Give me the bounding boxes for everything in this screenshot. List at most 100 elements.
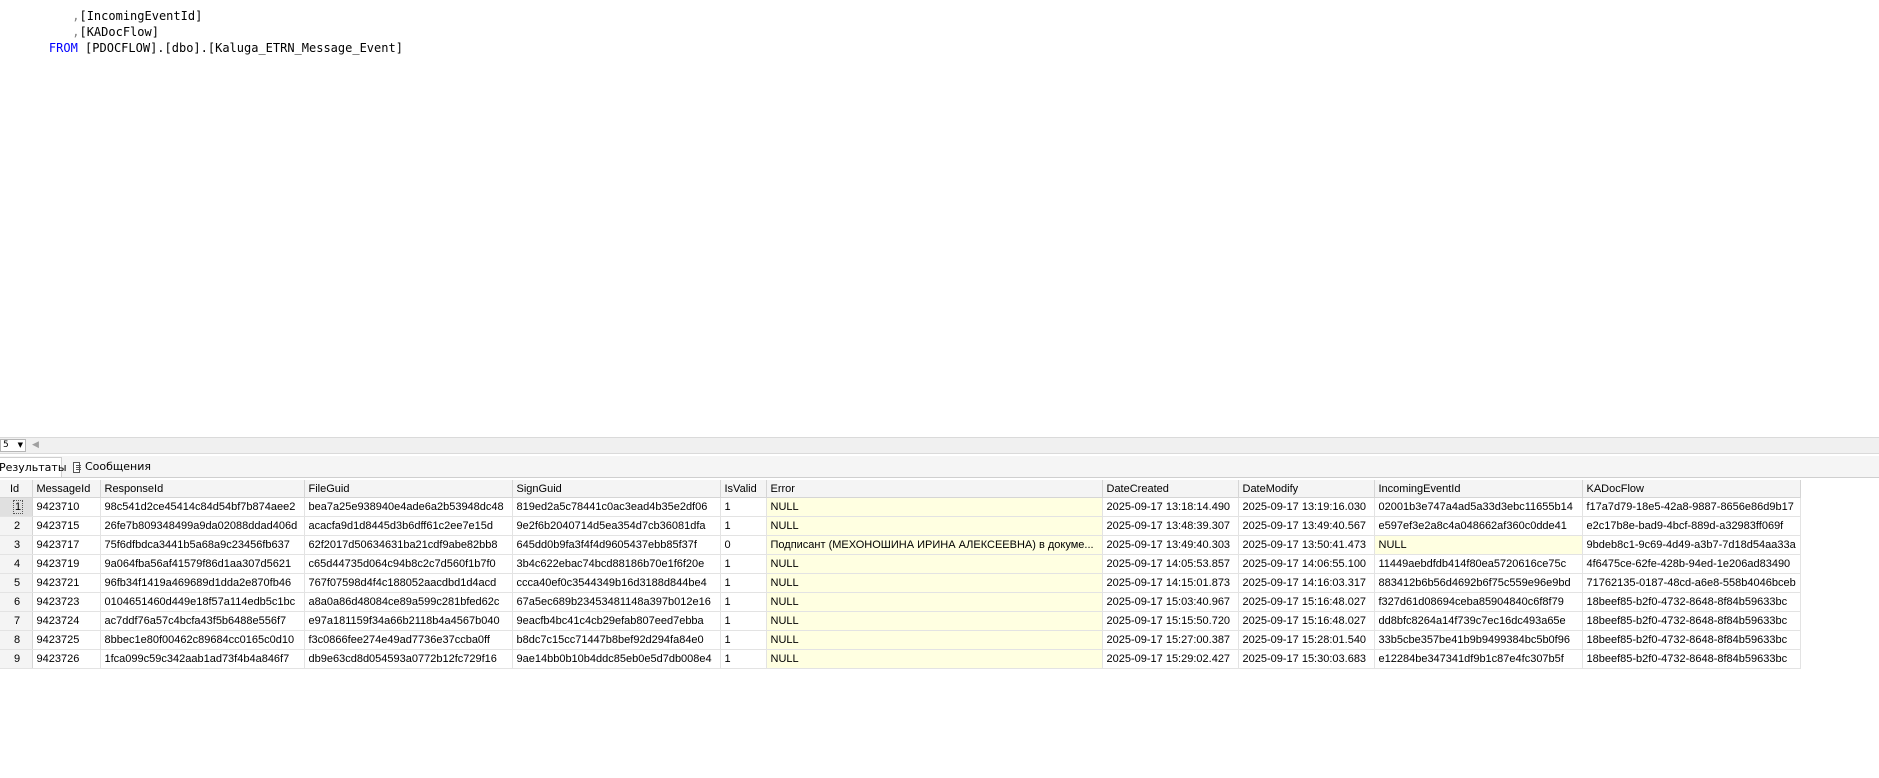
- cell-messageid[interactable]: 9423710: [32, 497, 101, 517]
- cell-datecreated[interactable]: 2025-09-17 13:48:39.307: [1102, 516, 1239, 536]
- table-row[interactable]: 4 9423719 9a064fba56af41579f86d1aa307d5621…: [0, 554, 1801, 574]
- cell-signguid[interactable]: b8dc7c15cc71447b8bef92d294fa84e0: [512, 630, 721, 650]
- tab-messages[interactable]: Сообщения: [67, 457, 157, 477]
- cell-messageid[interactable]: 9423715: [32, 516, 101, 536]
- column-header-messageid[interactable]: MessageId: [32, 480, 101, 498]
- cell-messageid[interactable]: 9423719: [32, 554, 101, 574]
- cell-fileguid[interactable]: e97a181159f34a66b2118b4a4567b040: [304, 611, 513, 631]
- column-header-signguid[interactable]: SignGuid: [512, 480, 721, 498]
- table-row[interactable]: 1 9423710 98c541d2ce45414c84d54bf7b874aee2…: [0, 497, 1801, 517]
- column-header-datemodify[interactable]: DateModify: [1238, 480, 1375, 498]
- cell-isvalid[interactable]: 1: [720, 554, 767, 574]
- cell-responseid[interactable]: 75f6dfbdca3441b5a68a9c23456fb637: [100, 535, 305, 555]
- results-grid[interactable]: Id MessageId ResponseId FileGuid SignGui…: [0, 480, 1879, 778]
- cell-fileguid[interactable]: acacfa9d1d8445d3b6dff61c2ee7e15d: [304, 516, 513, 536]
- cell-signguid[interactable]: 9e2f6b2040714d5ea354d7cb36081dfa: [512, 516, 721, 536]
- cell-fileguid[interactable]: c65d44735d064c94b8c2c7d560f1b7f0: [304, 554, 513, 574]
- cell-isvalid[interactable]: 1: [720, 516, 767, 536]
- cell-datemodify[interactable]: 2025-09-17 14:16:03.317: [1238, 573, 1375, 593]
- cell-kadocflow[interactable]: 18beef85-b2f0-4732-8648-8f84b59633bc: [1582, 630, 1801, 650]
- cell-kadocflow[interactable]: 4f6475ce-62fe-428b-94ed-1e206ad83490: [1582, 554, 1801, 574]
- cell-datecreated[interactable]: 2025-09-17 15:27:00.387: [1102, 630, 1239, 650]
- table-row[interactable]: 5 9423721 96fb34f1419a469689d1dda2e870fb46…: [0, 573, 1801, 593]
- column-header-datecreated[interactable]: DateCreated: [1102, 480, 1239, 498]
- cell-incomingeventid[interactable]: 33b5cbe357be41b9b9499384bc5b0f96: [1374, 630, 1583, 650]
- cell-messageid[interactable]: 9423724: [32, 611, 101, 631]
- cell-responseid[interactable]: 1fca099c59c342aab1ad73f4b4a846f7: [100, 649, 305, 669]
- cell-id[interactable]: 7: [0, 611, 33, 631]
- table-row[interactable]: 6 9423723 0104651460d449e18f57a114edb5c1bc…: [0, 592, 1801, 612]
- cell-responseid[interactable]: ac7ddf76a57c4bcfa43f5b6488e556f7: [100, 611, 305, 631]
- cell-signguid[interactable]: 9eacfb4bc41c4cb29efab807eed7ebba: [512, 611, 721, 631]
- cell-id[interactable]: 9: [0, 649, 33, 669]
- cell-incomingeventid[interactable]: dd8bfc8264a14f739c7ec16dc493a65e: [1374, 611, 1583, 631]
- cell-error[interactable]: NULL: [766, 630, 1103, 650]
- zoom-dropdown[interactable]: 5 ▼: [0, 439, 26, 452]
- cell-datecreated[interactable]: 2025-09-17 14:15:01.873: [1102, 573, 1239, 593]
- cell-fileguid[interactable]: bea7a25e938940e4ade6a2b53948dc48: [304, 497, 513, 517]
- cell-isvalid[interactable]: 1: [720, 611, 767, 631]
- cell-datecreated[interactable]: 2025-09-17 14:05:53.857: [1102, 554, 1239, 574]
- cell-datecreated[interactable]: 2025-09-17 15:15:50.720: [1102, 611, 1239, 631]
- cell-fileguid[interactable]: 767f07598d4f4c188052aacdbd1d4acd: [304, 573, 513, 593]
- column-header-responseid[interactable]: ResponseId: [100, 480, 305, 498]
- cell-signguid[interactable]: 67a5ec689b23453481148a397b012e16: [512, 592, 721, 612]
- cell-messageid[interactable]: 9423717: [32, 535, 101, 555]
- table-row[interactable]: 3 9423717 75f6dfbdca3441b5a68a9c23456fb637…: [0, 535, 1801, 555]
- cell-datemodify[interactable]: 2025-09-17 14:06:55.100: [1238, 554, 1375, 574]
- cell-datecreated[interactable]: 2025-09-17 13:49:40.303: [1102, 535, 1239, 555]
- cell-messageid[interactable]: 9423721: [32, 573, 101, 593]
- cell-kadocflow[interactable]: 71762135-0187-48cd-a6e8-558b4046bceb: [1582, 573, 1801, 593]
- cell-fileguid[interactable]: f3c0866fee274e49ad7736e37ccba0ff: [304, 630, 513, 650]
- cell-datemodify[interactable]: 2025-09-17 15:16:48.027: [1238, 592, 1375, 612]
- cell-error[interactable]: NULL: [766, 649, 1103, 669]
- cell-responseid[interactable]: 26fe7b809348499a9da02088ddad406d: [100, 516, 305, 536]
- cell-datemodify[interactable]: 2025-09-17 15:30:03.683: [1238, 649, 1375, 669]
- column-header-id[interactable]: Id: [0, 480, 33, 498]
- cell-id[interactable]: 8: [0, 630, 33, 650]
- cell-isvalid[interactable]: 1: [720, 573, 767, 593]
- cell-responseid[interactable]: 96fb34f1419a469689d1dda2e870fb46: [100, 573, 305, 593]
- column-header-isvalid[interactable]: IsValid: [720, 480, 767, 498]
- cell-fileguid[interactable]: 62f2017d50634631ba21cdf9abe82bb8: [304, 535, 513, 555]
- cell-kadocflow[interactable]: f17a7d79-18e5-42a8-9887-8656e86d9b17: [1582, 497, 1801, 517]
- column-header-incomingeventid[interactable]: IncomingEventId: [1374, 480, 1583, 498]
- cell-datecreated[interactable]: 2025-09-17 15:29:02.427: [1102, 649, 1239, 669]
- cell-responseid[interactable]: 8bbec1e80f00462c89684cc0165c0d10: [100, 630, 305, 650]
- cell-incomingeventid[interactable]: e597ef3e2a8c4a048662af360c0dde41: [1374, 516, 1583, 536]
- table-row[interactable]: 7 9423724 ac7ddf76a57c4bcfa43f5b6488e556f7…: [0, 611, 1801, 631]
- cell-error[interactable]: NULL: [766, 592, 1103, 612]
- cell-signguid[interactable]: ccca40ef0c3544349b16d3188d844be4: [512, 573, 721, 593]
- cell-isvalid[interactable]: 0: [720, 535, 767, 555]
- table-row[interactable]: 2 9423715 26fe7b809348499a9da02088ddad406d…: [0, 516, 1801, 536]
- cell-fileguid[interactable]: a8a0a86d48084ce89a599c281bfed62c: [304, 592, 513, 612]
- cell-fileguid[interactable]: db9e63cd8d054593a0772b12fc729f16: [304, 649, 513, 669]
- cell-datemodify[interactable]: 2025-09-17 15:16:48.027: [1238, 611, 1375, 631]
- cell-id[interactable]: 1: [0, 497, 33, 517]
- cell-incomingeventid[interactable]: NULL: [1374, 535, 1583, 555]
- cell-responseid[interactable]: 98c541d2ce45414c84d54bf7b874aee2: [100, 497, 305, 517]
- cell-signguid[interactable]: 645dd0b9fa3f4f4d9605437ebb85f37f: [512, 535, 721, 555]
- cell-error[interactable]: NULL: [766, 611, 1103, 631]
- cell-datemodify[interactable]: 2025-09-17 13:50:41.473: [1238, 535, 1375, 555]
- cell-id[interactable]: 6: [0, 592, 33, 612]
- cell-error[interactable]: Подписант (МЕХОНОШИНА ИРИНА АЛЕКСЕЕВНА) …: [766, 535, 1103, 555]
- cell-kadocflow[interactable]: e2c17b8e-bad9-4bcf-889d-a32983ff069f: [1582, 516, 1801, 536]
- cell-messageid[interactable]: 9423726: [32, 649, 101, 669]
- cell-isvalid[interactable]: 1: [720, 592, 767, 612]
- cell-isvalid[interactable]: 1: [720, 630, 767, 650]
- cell-error[interactable]: NULL: [766, 516, 1103, 536]
- cell-incomingeventid[interactable]: 11449aebdfdb414f80ea5720616ce75c: [1374, 554, 1583, 574]
- cell-incomingeventid[interactable]: 02001b3e747a4ad5a33d3ebc11655b14: [1374, 497, 1583, 517]
- column-header-error[interactable]: Error: [766, 480, 1103, 498]
- cell-datemodify[interactable]: 2025-09-17 13:49:40.567: [1238, 516, 1375, 536]
- cell-isvalid[interactable]: 1: [720, 649, 767, 669]
- column-header-kadocflow[interactable]: KADocFlow: [1582, 480, 1801, 498]
- cell-id[interactable]: 2: [0, 516, 33, 536]
- scroll-left-icon[interactable]: ◀: [32, 440, 39, 450]
- cell-id[interactable]: 4: [0, 554, 33, 574]
- cell-error[interactable]: NULL: [766, 554, 1103, 574]
- cell-kadocflow[interactable]: 18beef85-b2f0-4732-8648-8f84b59633bc: [1582, 592, 1801, 612]
- cell-responseid[interactable]: 0104651460d449e18f57a114edb5c1bc: [100, 592, 305, 612]
- cell-incomingeventid[interactable]: f327d61d08694ceba85904840c6f8f79: [1374, 592, 1583, 612]
